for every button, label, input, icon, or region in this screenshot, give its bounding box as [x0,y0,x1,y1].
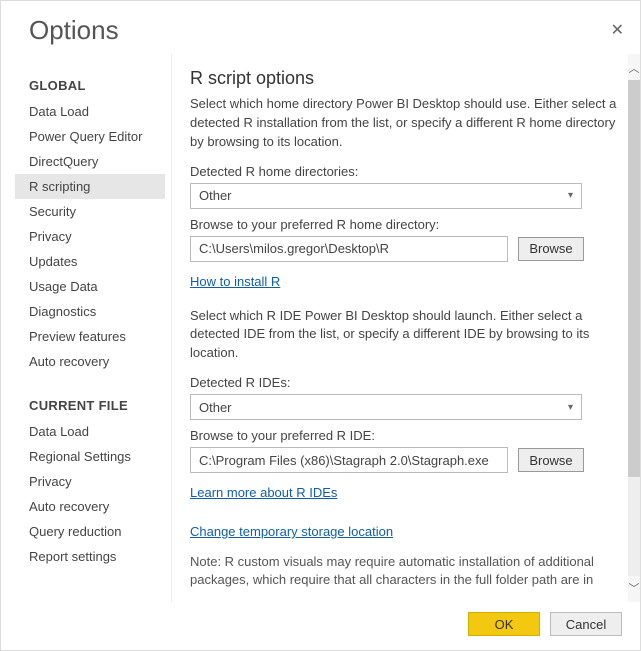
sidebar-item-usage-data[interactable]: Usage Data [15,274,165,299]
how-to-install-r-link[interactable]: How to install R [190,274,280,289]
scroll-up-icon[interactable]: ︿ [629,60,640,76]
close-icon[interactable]: ✕ [605,23,630,39]
browse-ide-button[interactable]: Browse [518,448,584,472]
sidebar-item-diagnostics[interactable]: Diagnostics [15,299,165,324]
learn-more-ide-link[interactable]: Learn more about R IDEs [190,485,337,500]
sidebar-item-data-load[interactable]: Data Load [15,419,165,444]
sidebar-group-current-file: CURRENT FILE [15,392,165,419]
ok-button[interactable]: OK [468,612,540,636]
change-storage-link[interactable]: Change temporary storage location [190,524,393,539]
page-title: Options [29,15,119,46]
browse-ide-label: Browse to your preferred R IDE: [190,428,622,443]
sidebar-item-report-settings[interactable]: Report settings [15,544,165,569]
detected-home-select[interactable]: Other ▾ [190,183,582,209]
sidebar: GLOBAL Data LoadPower Query EditorDirect… [15,54,165,602]
sidebar-item-data-load[interactable]: Data Load [15,99,165,124]
content-panel: R script options Select which home direc… [172,54,628,602]
ide-intro: Select which R IDE Power BI Desktop shou… [190,307,622,364]
scrollbar[interactable]: ︿ ﹀ [628,54,640,602]
home-path-input[interactable] [190,236,508,262]
detected-home-value: Other [199,188,232,203]
panel-heading: R script options [190,68,622,89]
detected-home-label: Detected R home directories: [190,164,622,179]
browse-home-button[interactable]: Browse [518,237,584,261]
ide-path-input[interactable] [190,447,508,473]
sidebar-item-power-query-editor[interactable]: Power Query Editor [15,124,165,149]
sidebar-item-query-reduction[interactable]: Query reduction [15,519,165,544]
detected-ide-value: Other [199,400,232,415]
scroll-thumb[interactable] [628,80,640,477]
panel-intro: Select which home directory Power BI Des… [190,95,622,152]
sidebar-item-privacy[interactable]: Privacy [15,469,165,494]
sidebar-item-directquery[interactable]: DirectQuery [15,149,165,174]
browse-home-label: Browse to your preferred R home director… [190,217,622,232]
sidebar-item-security[interactable]: Security [15,199,165,224]
sidebar-item-auto-recovery[interactable]: Auto recovery [15,494,165,519]
sidebar-item-updates[interactable]: Updates [15,249,165,274]
detected-ide-label: Detected R IDEs: [190,375,622,390]
detected-ide-select[interactable]: Other ▾ [190,394,582,420]
storage-note: Note: R custom visuals may require autom… [190,553,622,589]
sidebar-item-auto-recovery[interactable]: Auto recovery [15,349,165,374]
chevron-down-icon: ▾ [568,190,573,201]
scroll-down-icon[interactable]: ﹀ [629,580,640,596]
sidebar-group-global: GLOBAL [15,72,165,99]
scroll-track[interactable] [628,80,640,576]
sidebar-item-r-scripting[interactable]: R scripting [15,174,165,199]
sidebar-item-preview-features[interactable]: Preview features [15,324,165,349]
sidebar-item-regional-settings[interactable]: Regional Settings [15,444,165,469]
cancel-button[interactable]: Cancel [550,612,622,636]
sidebar-item-privacy[interactable]: Privacy [15,224,165,249]
chevron-down-icon: ▾ [568,402,573,413]
